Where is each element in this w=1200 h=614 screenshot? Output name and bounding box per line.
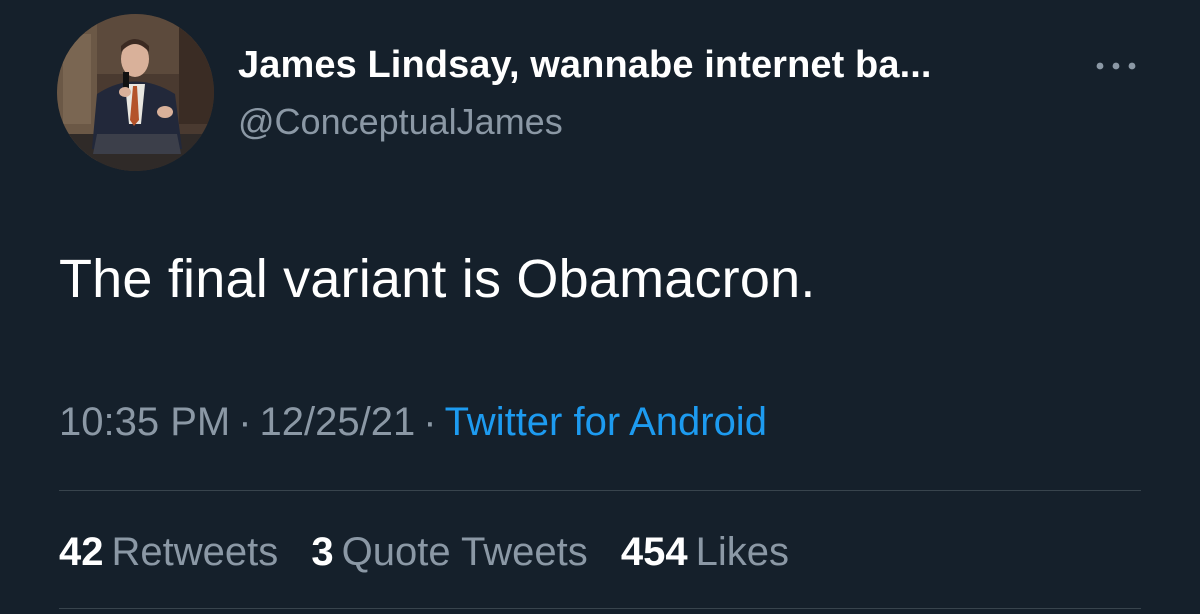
quote-tweets-count: 3	[311, 530, 334, 574]
divider	[59, 490, 1141, 491]
tweet-text: The final variant is Obamacron.	[59, 249, 816, 309]
tweet-time[interactable]: 10:35 PM	[59, 400, 230, 444]
retweets-count: 42	[59, 530, 104, 574]
quote-tweets-stat[interactable]: 3 Quote Tweets	[311, 530, 587, 575]
meta-separator: ·	[238, 400, 252, 444]
retweets-stat[interactable]: 42 Retweets	[59, 530, 278, 575]
tweet-stats: 42 Retweets 3 Quote Tweets 454 Likes	[59, 530, 811, 575]
likes-count: 454	[620, 530, 688, 574]
retweets-label: Retweets	[111, 530, 279, 574]
quote-tweets-label: Quote Tweets	[341, 530, 588, 574]
divider	[59, 608, 1141, 609]
likes-label: Likes	[695, 530, 789, 574]
more-horizontal-icon[interactable]	[1092, 52, 1140, 80]
tweet-meta: 10:35 PM · 12/25/21 · Twitter for Android	[59, 400, 767, 445]
tweet-date[interactable]: 12/25/21	[260, 400, 416, 444]
author-handle[interactable]: @ConceptualJames	[238, 101, 563, 143]
meta-separator: ·	[423, 400, 437, 444]
likes-stat[interactable]: 454 Likes	[621, 530, 789, 575]
author-display-name[interactable]: James Lindsay, wannabe internet ba...	[238, 44, 932, 87]
tweet-source-link[interactable]: Twitter for Android	[445, 400, 767, 444]
profile-photo-icon	[57, 14, 214, 171]
tweet-card: James Lindsay, wannabe internet ba... @C…	[0, 0, 1200, 614]
avatar[interactable]	[57, 14, 214, 171]
